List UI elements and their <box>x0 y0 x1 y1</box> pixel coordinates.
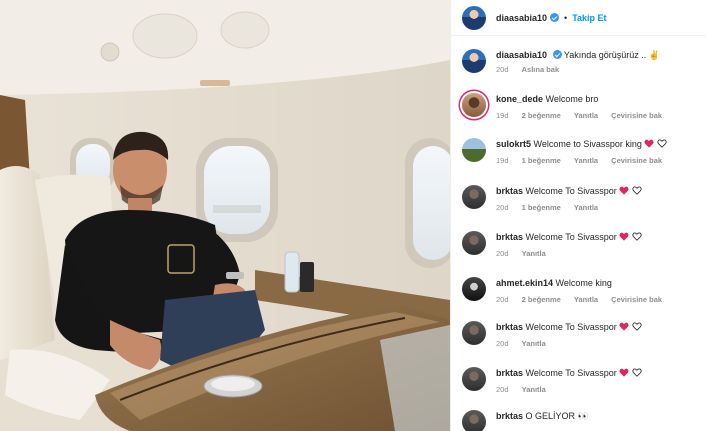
comment-username[interactable]: brktas <box>496 322 523 332</box>
author-avatar[interactable] <box>462 5 486 30</box>
comment-row: brktas O GELİYOR 👀 <box>462 410 702 431</box>
victory-hand-emoji: ✌ <box>648 50 661 60</box>
commenter-avatar[interactable] <box>462 367 486 391</box>
comment-row: kone_dede Welcome bro 19d 2 beğenme Yanı… <box>462 93 702 120</box>
reply-button[interactable]: Yanıtla <box>574 111 598 120</box>
commenter-avatar[interactable] <box>462 321 486 345</box>
like-outline-icon[interactable] <box>632 322 642 331</box>
commenter-avatar[interactable] <box>462 185 486 209</box>
jet-cabin-photo <box>0 0 450 431</box>
see-translation-link[interactable]: Çevirisine bak <box>611 156 662 165</box>
reply-button[interactable]: Yanıtla <box>522 385 546 394</box>
comment-text: Welcome to Sivasspor king <box>533 139 642 149</box>
verified-badge-icon <box>552 50 562 59</box>
likes-count[interactable]: 2 beğenme <box>522 111 561 120</box>
like-outline-icon[interactable] <box>632 232 642 241</box>
eyes-emoji: 👀 <box>577 411 589 421</box>
comment-age: 20d <box>496 249 509 258</box>
comment-username[interactable]: kone_dede <box>496 94 543 104</box>
comment-text: Welcome To Sivasspor <box>525 322 617 332</box>
reply-button[interactable]: Yanıtla <box>574 203 598 212</box>
reply-button[interactable]: Yanıtla <box>522 249 546 258</box>
commenter-avatar[interactable] <box>462 138 486 162</box>
post-header: diaasabia10 • Takip Et <box>451 0 706 36</box>
comment-row: ahmet.ekin14 Welcome king 20d 2 beğenme … <box>462 277 702 304</box>
like-outline-icon[interactable] <box>657 139 667 148</box>
comment-row: brktas Welcome To Sivasspor 20d Yanıtla <box>462 231 702 258</box>
comment-age: 20d <box>496 203 509 212</box>
comment-username[interactable]: brktas <box>496 411 523 421</box>
likes-count[interactable]: 1 beğenme <box>522 156 561 165</box>
heart-icon <box>619 186 629 195</box>
caption-row: diaasabia10 Yakında görüşürüz .. ✌ 20d A… <box>462 49 702 74</box>
verified-badge-icon <box>550 13 560 22</box>
comment-text: Welcome To Sivasspor <box>525 368 617 378</box>
see-translation-link[interactable]: Çevirisine bak <box>611 111 662 120</box>
comment-text: O GELİYOR <box>525 411 576 421</box>
comment-age: 19d <box>496 156 509 165</box>
separator-dot: • <box>564 12 568 23</box>
post-photo <box>0 0 450 431</box>
comment-username[interactable]: brktas <box>496 232 523 242</box>
comment-text: Welcome To Sivasspor <box>525 232 617 242</box>
like-outline-icon[interactable] <box>632 186 642 195</box>
reply-button[interactable]: Yanıtla <box>522 339 546 348</box>
comment-username[interactable]: ahmet.ekin14 <box>496 278 553 288</box>
comment-text: Welcome To Sivasspor <box>525 186 617 196</box>
comments-list[interactable]: diaasabia10 Yakında görüşürüz .. ✌ 20d A… <box>451 37 706 431</box>
caption-text: Yakında görüşürüz .. <box>563 50 647 60</box>
comment-age: 20d <box>496 385 509 394</box>
heart-icon <box>644 139 654 148</box>
comments-panel: diaasabia10 • Takip Et diaasabia10 Yakın… <box>450 0 706 431</box>
comment-row: brktas Welcome To Sivasspor 20d 1 beğenm… <box>462 185 702 212</box>
likes-count[interactable]: 2 beğenme <box>522 295 561 304</box>
reply-button[interactable]: Yanıtla <box>574 156 598 165</box>
caption-avatar[interactable] <box>462 49 486 73</box>
commenter-avatar[interactable] <box>462 277 486 301</box>
comment-age: 20d <box>496 295 509 304</box>
author-username[interactable]: diaasabia10 <box>496 13 547 23</box>
heart-icon <box>619 322 629 331</box>
see-translation-link[interactable]: Çevirisine bak <box>611 295 662 304</box>
comment-age: 19d <box>496 111 509 120</box>
reply-button[interactable]: Yanıtla <box>574 295 598 304</box>
comment-age: 20d <box>496 339 509 348</box>
comment-username[interactable]: brktas <box>496 368 523 378</box>
comment-row: brktas Welcome To Sivasspor 20d Yanıtla <box>462 367 702 394</box>
see-original-link[interactable]: Aslına bak <box>522 65 560 74</box>
comment-username[interactable]: brktas <box>496 186 523 196</box>
caption-age: 20d <box>496 65 509 74</box>
heart-icon <box>619 232 629 241</box>
commenter-avatar[interactable] <box>462 93 486 117</box>
caption-username[interactable]: diaasabia10 <box>496 50 547 60</box>
comment-text: Welcome king <box>555 278 612 288</box>
comment-row: brktas Welcome To Sivasspor 20d Yanıtla <box>462 321 702 348</box>
comment-username[interactable]: sulokrt5 <box>496 139 531 149</box>
comment-text: Welcome bro <box>545 94 599 104</box>
commenter-avatar[interactable] <box>462 231 486 255</box>
follow-button[interactable]: Takip Et <box>572 13 606 23</box>
likes-count[interactable]: 1 beğenme <box>522 203 561 212</box>
commenter-avatar[interactable] <box>462 410 486 431</box>
like-outline-icon[interactable] <box>632 368 642 377</box>
comment-row: sulokrt5 Welcome to Sivasspor king 19d 1… <box>462 138 702 165</box>
heart-icon <box>619 368 629 377</box>
